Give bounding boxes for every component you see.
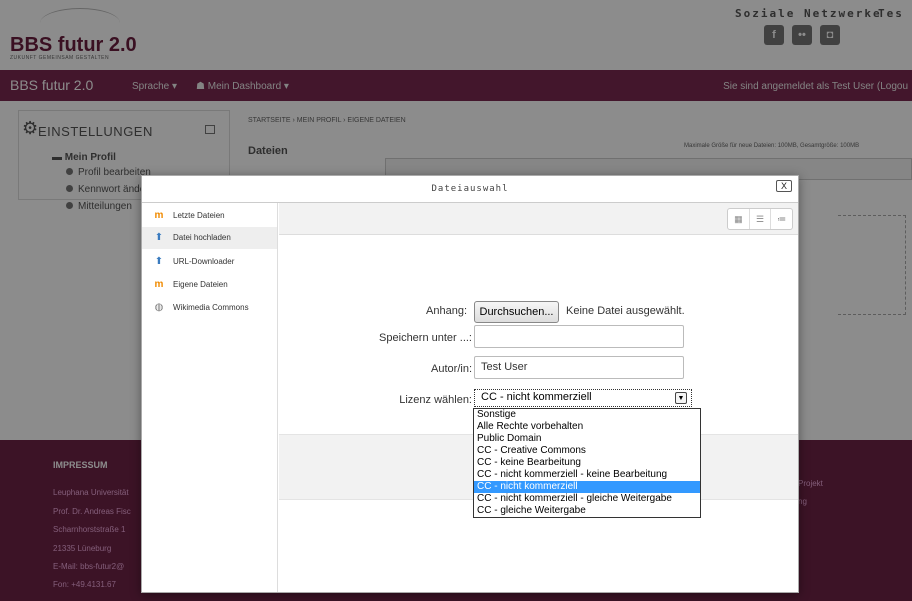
repo-recent-files[interactable]: m Letzte Dateien: [142, 205, 277, 227]
dialog-toolbar: ▦ ☰ ≔: [279, 203, 798, 235]
url-icon: ⬆: [154, 256, 164, 267]
license-option[interactable]: CC - nicht kommerziell - keine Bearbeitu…: [474, 469, 700, 481]
author-input[interactable]: Test User: [474, 356, 684, 379]
license-option[interactable]: CC - keine Bearbeitung: [474, 457, 700, 469]
license-option[interactable]: Alle Rechte vorbehalten: [474, 421, 700, 433]
repository-list: m Letzte Dateien ⬆ Datei hochladen ⬆ URL…: [142, 203, 278, 592]
wikimedia-icon: ◍: [154, 302, 164, 313]
license-option[interactable]: CC - Creative Commons: [474, 445, 700, 457]
upload-icon: ⬆: [154, 232, 164, 243]
dialog-title: Dateiauswahl: [431, 184, 509, 194]
view-switcher: ▦ ☰ ≔: [727, 208, 793, 230]
license-select-value: CC - nicht kommerziell: [481, 391, 592, 403]
no-file-text: Keine Datei ausgewählt.: [566, 305, 685, 317]
browse-button[interactable]: Durchsuchen...: [474, 301, 559, 323]
icon-view-icon[interactable]: ▦: [728, 209, 750, 229]
license-label: Lizenz wählen:: [399, 394, 472, 406]
moodle-icon: m: [154, 210, 164, 221]
license-option[interactable]: CC - gleiche Weitergabe: [474, 505, 700, 517]
repo-upload-file[interactable]: ⬆ Datei hochladen: [142, 227, 277, 249]
repo-label: Eigene Dateien: [173, 280, 228, 289]
repo-label: Wikimedia Commons: [173, 303, 249, 312]
license-option-selected[interactable]: CC - nicht kommerziell: [474, 481, 700, 493]
list-view-icon[interactable]: ☰: [750, 209, 772, 229]
dialog-header: Dateiauswahl X: [142, 176, 798, 203]
license-option[interactable]: Sonstige: [474, 409, 700, 421]
repo-label: URL-Downloader: [173, 257, 235, 266]
repo-wikimedia[interactable]: ◍ Wikimedia Commons: [142, 297, 277, 319]
save-as-input[interactable]: [474, 325, 684, 348]
file-picker-dialog: Dateiauswahl X m Letzte Dateien ⬆ Datei …: [141, 175, 799, 593]
license-options-list: Sonstige Alle Rechte vorbehalten Public …: [473, 408, 701, 518]
repo-url-downloader[interactable]: ⬆ URL-Downloader: [142, 251, 277, 273]
repo-private-files[interactable]: m Eigene Dateien: [142, 274, 277, 296]
license-select[interactable]: CC - nicht kommerziell ▼: [474, 389, 692, 407]
chevron-down-icon[interactable]: ▼: [675, 392, 687, 404]
attachment-label: Anhang:: [426, 305, 467, 317]
license-option[interactable]: Public Domain: [474, 433, 700, 445]
repo-label: Datei hochladen: [173, 233, 231, 242]
author-label: Autor/in:: [431, 363, 472, 375]
save-as-label: Speichern unter ...:: [379, 332, 472, 344]
moodle-icon: m: [154, 279, 164, 290]
tree-view-icon[interactable]: ≔: [771, 209, 792, 229]
repo-label: Letzte Dateien: [173, 211, 225, 220]
close-button[interactable]: X: [776, 180, 792, 192]
license-option[interactable]: CC - nicht kommerziell - gleiche Weiterg…: [474, 493, 700, 505]
